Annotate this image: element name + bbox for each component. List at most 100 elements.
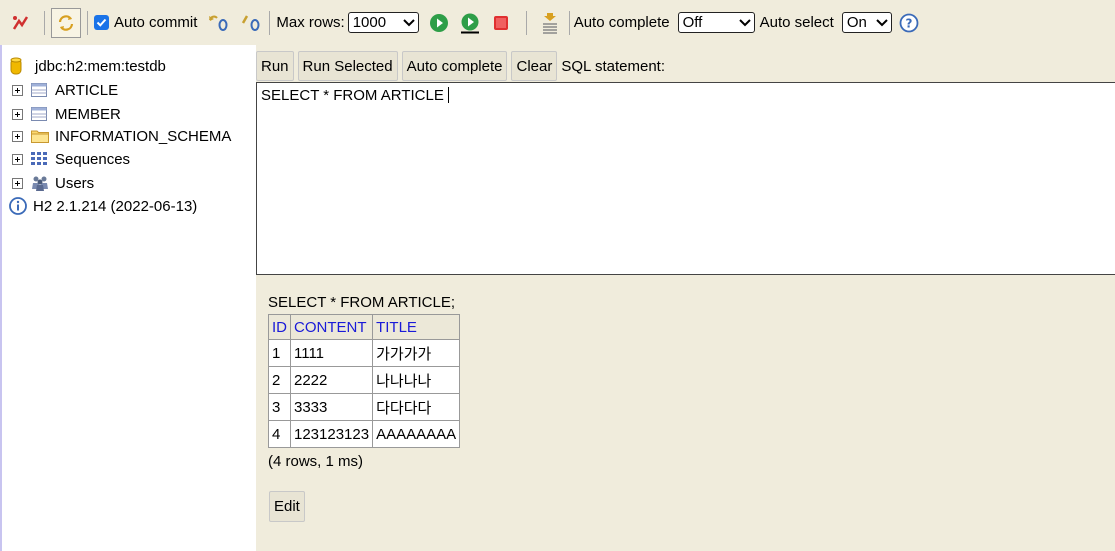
toolbar-separator xyxy=(44,10,45,35)
tree-item-label: ARTICLE xyxy=(55,81,119,99)
run-selected-button[interactable] xyxy=(459,12,481,34)
expand-icon[interactable] xyxy=(12,153,23,165)
tree-item-label: Users xyxy=(55,174,95,192)
result-table: ID CONTENT TITLE 1 1111 가가가가 2 2222 나나나나… xyxy=(268,314,461,448)
column-header-id[interactable]: ID xyxy=(268,314,291,340)
svg-text:?: ? xyxy=(905,16,912,30)
sql-editor-text: SELECT * FROM ARTICLE xyxy=(261,87,444,104)
stop-button[interactable] xyxy=(490,12,512,34)
sql-button-bar: Run Run Selected Auto complete Clear SQL… xyxy=(256,51,665,81)
help-button[interactable]: ? xyxy=(898,12,920,34)
tree-item-label: INFORMATION_SCHEMA xyxy=(55,127,232,145)
commit-icon xyxy=(239,12,261,34)
run-icon xyxy=(428,12,450,34)
auto-select-value: On xyxy=(846,14,867,31)
chevron-down-icon xyxy=(876,14,888,31)
max-rows-select[interactable]: 1000 xyxy=(347,12,419,33)
tree-version: H2 2.1.214 (2022-06-13) xyxy=(9,195,197,217)
history-icon xyxy=(539,12,561,34)
stop-icon xyxy=(490,12,512,34)
rollback-icon xyxy=(207,12,229,34)
max-rows-value: 1000 xyxy=(352,14,387,31)
auto-commit-checkbox[interactable]: Auto commit xyxy=(94,14,197,31)
auto-complete-value: Off xyxy=(682,14,703,31)
connection-label: jdbc:h2:mem:testdb xyxy=(35,57,166,75)
table-row: 1 1111 가가가가 xyxy=(268,339,461,367)
disconnect-button[interactable] xyxy=(10,12,32,34)
folder-icon xyxy=(31,128,49,144)
table-row: 2 2222 나나나나 xyxy=(268,366,461,394)
cell-content: 2222 xyxy=(289,366,374,394)
history-button[interactable] xyxy=(539,12,561,34)
checkbox-checked-icon xyxy=(94,15,109,30)
commit-button[interactable] xyxy=(239,12,261,34)
chevron-down-icon xyxy=(402,14,415,31)
cell-content: 1111 xyxy=(289,339,374,367)
auto-complete-button[interactable]: Auto complete xyxy=(401,51,508,81)
toolbar-separator xyxy=(568,10,570,35)
sequences-icon xyxy=(31,151,49,167)
cell-id: 3 xyxy=(268,393,291,421)
table-header-row: ID CONTENT TITLE xyxy=(268,314,461,340)
auto-select-label: Auto select xyxy=(759,14,834,31)
tree-item-sequences[interactable]: Sequences xyxy=(10,148,130,170)
schema-tree: jdbc:h2:mem:testdb ARTICLE MEMBER INFORM… xyxy=(0,45,256,551)
tree-item-label: Sequences xyxy=(55,150,131,168)
auto-commit-label: Auto commit xyxy=(114,14,198,31)
tree-item-member[interactable]: MEMBER xyxy=(10,103,121,125)
query-panel: Run Run Selected Auto complete Clear SQL… xyxy=(256,45,1115,551)
toolbar-separator xyxy=(87,10,88,35)
cell-content: 123123123 xyxy=(289,420,374,448)
chevron-down-icon xyxy=(738,14,751,31)
cell-id: 4 xyxy=(268,420,291,448)
result-info: (4 rows, 1 ms) xyxy=(268,453,364,470)
sql-editor[interactable]: SELECT * FROM ARTICLE xyxy=(256,82,1115,275)
auto-select-select[interactable]: On xyxy=(841,12,892,33)
tree-item-label: MEMBER xyxy=(55,105,121,123)
expand-icon[interactable] xyxy=(12,84,23,96)
cell-title: 다다다다 xyxy=(372,393,461,421)
tree-item-article[interactable]: ARTICLE xyxy=(10,79,118,101)
run-button[interactable] xyxy=(428,12,450,34)
tree-item-users[interactable]: Users xyxy=(10,172,94,194)
table-icon xyxy=(31,82,49,98)
info-icon xyxy=(9,197,27,215)
clear-button[interactable]: Clear xyxy=(511,51,558,81)
users-icon xyxy=(31,175,49,191)
disconnect-icon xyxy=(10,12,32,34)
cell-id: 2 xyxy=(268,366,291,394)
cell-content: 3333 xyxy=(289,393,374,421)
column-header-content[interactable]: CONTENT xyxy=(289,314,374,340)
column-header-title[interactable]: TITLE xyxy=(372,314,461,340)
text-cursor xyxy=(447,87,449,103)
cell-id: 1 xyxy=(268,339,291,367)
auto-complete-select[interactable]: Off xyxy=(677,12,755,33)
expand-icon[interactable] xyxy=(12,177,23,189)
refresh-button[interactable] xyxy=(51,7,81,38)
cell-title: 나나나나 xyxy=(372,366,461,394)
cell-title: AAAAAAAA xyxy=(372,420,461,448)
database-icon xyxy=(10,57,24,75)
cell-title: 가가가가 xyxy=(372,339,461,367)
tree-connection[interactable]: jdbc:h2:mem:testdb xyxy=(10,55,166,77)
refresh-icon xyxy=(55,12,77,34)
run-sql-button[interactable]: Run xyxy=(256,51,294,81)
table-row: 4 123123123 AAAAAAAA xyxy=(268,420,461,448)
run-selected-sql-button[interactable]: Run Selected xyxy=(297,51,398,81)
help-icon: ? xyxy=(898,12,920,34)
run-selected-icon xyxy=(459,12,481,34)
result-section: SELECT * FROM ARTICLE; ID CONTENT TITLE … xyxy=(268,294,461,470)
toolbar-separator xyxy=(269,10,271,35)
expand-icon[interactable] xyxy=(12,130,23,142)
version-label: H2 2.1.214 (2022-06-13) xyxy=(33,197,198,215)
toolbar: Auto commit Max rows: 1000 Auto complete… xyxy=(0,0,1115,45)
edit-button[interactable]: Edit xyxy=(269,491,305,522)
expand-icon[interactable] xyxy=(12,108,23,120)
tree-item-information-schema[interactable]: INFORMATION_SCHEMA xyxy=(10,125,231,147)
result-query: SELECT * FROM ARTICLE; xyxy=(268,294,455,311)
table-row: 3 3333 다다다다 xyxy=(268,393,461,421)
max-rows-label: Max rows: xyxy=(276,14,345,31)
table-icon xyxy=(31,106,49,122)
rollback-button[interactable] xyxy=(207,12,229,34)
toolbar-separator xyxy=(525,10,527,35)
